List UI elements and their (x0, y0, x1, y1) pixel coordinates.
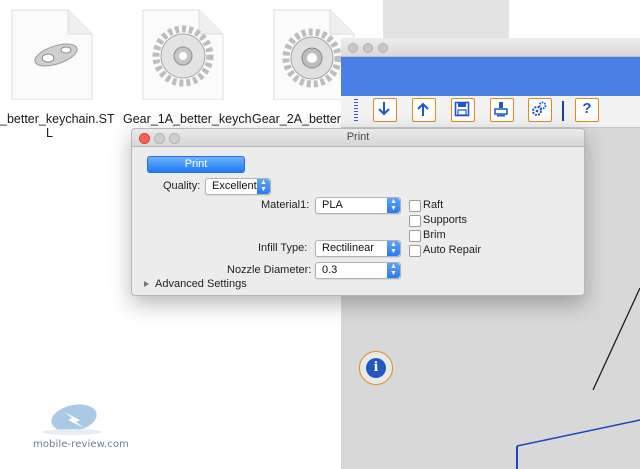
supports-checkbox[interactable] (409, 215, 421, 227)
help-button[interactable]: ? (575, 98, 599, 122)
upload-arrow-icon (417, 102, 429, 116)
dialog-titlebar[interactable]: Print (132, 129, 584, 147)
print-dialog: Print Print Quality: Excellent ▲ ▼ Materi… (131, 128, 585, 296)
file-name[interactable]: _better_keychain.ST (0, 112, 115, 126)
save-button[interactable] (451, 98, 475, 122)
settings-button[interactable] (528, 98, 552, 122)
print-button[interactable]: Print (147, 156, 245, 173)
chevron-updown-icon: ▲ ▼ (387, 263, 400, 278)
chevron-updown-icon: ▲ ▼ (387, 241, 400, 256)
file-thumbnail-keychain[interactable] (4, 8, 96, 101)
brim-label: Brim (423, 229, 446, 241)
close-window-button[interactable] (348, 43, 358, 53)
file-thumbnail-gear1a[interactable] (135, 8, 227, 101)
app-titlebar[interactable] (341, 38, 640, 57)
import-button[interactable] (373, 98, 397, 122)
zoom-window-button[interactable] (378, 43, 388, 53)
file-name[interactable]: Gear_1A_better_keych (123, 112, 252, 126)
file-name[interactable]: Gear_2A_better_ (252, 112, 348, 126)
info-icon: i (366, 358, 386, 378)
watermark-text: mobile-review.com (33, 439, 129, 450)
material-value: PLA (322, 199, 343, 211)
info-button[interactable]: i (359, 351, 393, 385)
app-toolbar: ? (341, 96, 640, 128)
quality-value: Excellent (212, 180, 257, 192)
brim-checkbox[interactable] (409, 230, 421, 242)
chevron-updown-icon: ▲ ▼ (257, 179, 270, 194)
infill-type-value: Rectilinear (322, 242, 374, 254)
dialog-title: Print (346, 131, 370, 143)
save-icon (454, 101, 470, 117)
print-toolbar-button[interactable] (490, 98, 514, 122)
nozzle-diameter-label: Nozzle Diameter: (227, 264, 312, 276)
printer-icon (494, 102, 508, 117)
toolbar-grip (354, 99, 358, 123)
quality-label: Quality: (163, 180, 201, 192)
settings-gears-icon (532, 101, 547, 116)
download-arrow-icon (378, 102, 390, 116)
material-label: Material1: (261, 199, 310, 211)
app-header-banner (341, 57, 640, 96)
file-name-continuation: L (46, 126, 53, 140)
infill-type-label: Infill Type: (258, 242, 308, 254)
background-window-strip (383, 0, 509, 42)
nozzle-diameter-value: 0.3 (322, 264, 338, 276)
info-glyph: i (373, 360, 379, 375)
auto-repair-label: Auto Repair (423, 244, 482, 256)
keychain-model-icon (11, 9, 93, 101)
chevron-updown-icon: ▲ ▼ (387, 198, 400, 213)
nozzle-diameter-select[interactable]: 0.3 ▲ ▼ (315, 262, 401, 279)
raft-label: Raft (423, 199, 444, 211)
supports-label: Supports (423, 214, 468, 226)
quality-select[interactable]: Excellent ▲ ▼ (205, 178, 271, 195)
minimize-window-button[interactable] (363, 43, 373, 53)
advanced-settings-toggle[interactable]: Advanced Settings (155, 278, 247, 290)
export-button[interactable] (412, 98, 436, 122)
auto-repair-checkbox[interactable] (409, 245, 421, 257)
help-icon: ? (582, 100, 592, 117)
infill-type-select[interactable]: Rectilinear ▲ ▼ (315, 240, 401, 257)
raft-checkbox[interactable] (409, 200, 421, 212)
material-select[interactable]: PLA ▲ ▼ (315, 197, 401, 214)
gear-model-icon (142, 9, 224, 101)
toolbar-separator (562, 101, 564, 121)
disclosure-triangle-icon[interactable] (144, 281, 149, 287)
